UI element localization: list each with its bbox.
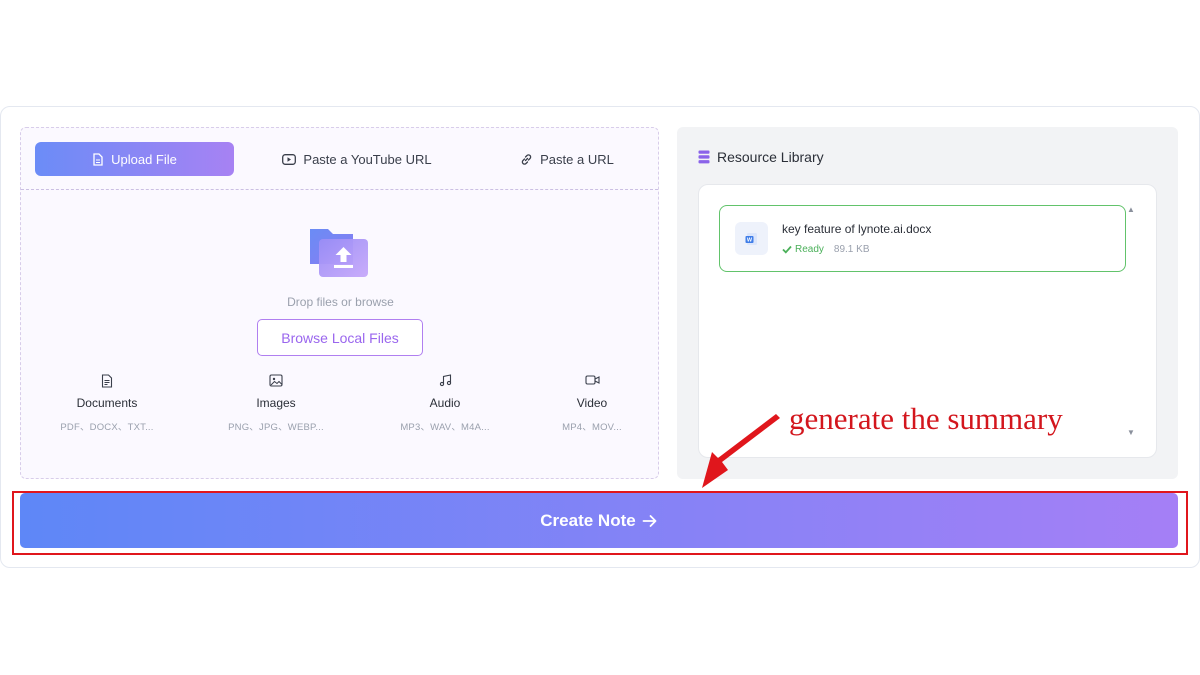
annotation-arrow-icon: [702, 414, 780, 488]
word-doc-icon: W: [735, 222, 768, 255]
status-badge: Ready: [782, 244, 824, 255]
image-icon: [269, 374, 283, 387]
check-icon: [782, 245, 792, 254]
file-type-documents: Documents PDF、DOCX、TXT...: [32, 374, 182, 433]
file-meta: Ready 89.1 KB: [782, 244, 870, 255]
link-icon: [521, 153, 532, 165]
upload-card: Upload File Paste a YouTube URL Paste a …: [20, 127, 659, 479]
document-icon: [101, 374, 113, 388]
file-type-images: Images PNG、JPG、WEBP...: [201, 374, 351, 433]
file-type-audio: Audio MP3、WAV、M4A...: [370, 374, 520, 433]
file-name: key feature of lynote.ai.docx: [782, 222, 932, 236]
create-note-label: Create Note: [540, 510, 636, 530]
video-icon: [584, 375, 600, 385]
file-icon: [93, 152, 103, 166]
file-type-label: Images: [256, 396, 296, 410]
file-size: 89.1 KB: [833, 244, 870, 255]
drop-hint: Drop files or browse: [287, 295, 394, 309]
file-type-label: Audio: [429, 396, 461, 410]
arrow-right-icon: [642, 514, 657, 527]
file-type-formats: MP4、MOV...: [562, 422, 622, 433]
tab-upload-file[interactable]: Upload File: [35, 142, 234, 176]
source-tabs: Upload File Paste a YouTube URL Paste a …: [21, 128, 658, 190]
scroll-up-icon[interactable]: ▲: [1127, 205, 1135, 214]
tab-url-label: Paste a URL: [540, 151, 614, 167]
file-type-formats: MP3、WAV、M4A...: [400, 422, 490, 433]
tab-youtube-url[interactable]: Paste a YouTube URL: [257, 142, 457, 176]
youtube-icon: [282, 153, 297, 165]
upload-folder-icon: [310, 229, 368, 277]
svg-text:W: W: [746, 237, 752, 243]
music-icon: [439, 374, 451, 387]
tab-upload-label: Upload File: [111, 151, 177, 167]
file-type-video: Video MP4、MOV...: [517, 374, 667, 433]
scroll-down-icon[interactable]: ▼: [1127, 428, 1135, 437]
tab-youtube-label: Paste a YouTube URL: [303, 151, 432, 167]
library-header: Resource Library: [698, 149, 824, 165]
tab-paste-url[interactable]: Paste a URL: [467, 142, 667, 176]
stack-icon: [698, 150, 710, 164]
file-type-formats: PDF、DOCX、TXT...: [60, 422, 154, 433]
status-text: Ready: [795, 244, 824, 255]
file-type-formats: PNG、JPG、WEBP...: [228, 422, 324, 433]
browse-local-files-button[interactable]: Browse Local Files: [257, 319, 423, 356]
annotation-text: generate the summary: [789, 401, 1063, 436]
library-title: Resource Library: [717, 149, 824, 165]
create-note-button[interactable]: Create Note: [20, 493, 1178, 548]
list-item[interactable]: W key feature of lynote.ai.docx Ready 89…: [719, 205, 1126, 272]
file-type-label: Documents: [76, 396, 138, 410]
file-type-label: Video: [576, 396, 608, 410]
